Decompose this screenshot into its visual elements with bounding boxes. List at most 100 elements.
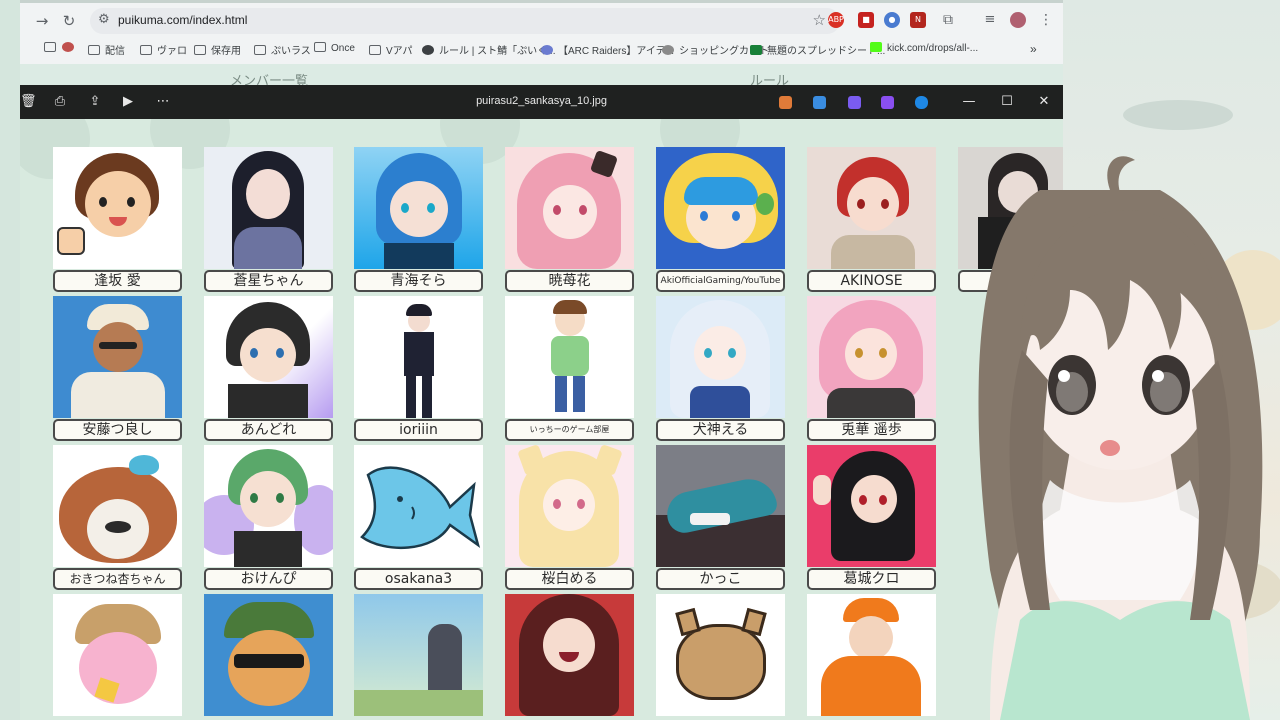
member-avatar bbox=[656, 445, 785, 567]
member-name: 青海そら bbox=[354, 270, 483, 292]
media-control-icon[interactable]: ≡ bbox=[982, 12, 998, 28]
member-card[interactable]: 逢坂 愛 bbox=[53, 147, 182, 293]
onedrive-icon[interactable] bbox=[915, 96, 928, 109]
bookmark-item[interactable] bbox=[62, 42, 79, 54]
member-avatar bbox=[204, 445, 333, 567]
member-avatar bbox=[204, 147, 333, 269]
bookmark-item[interactable]: ルール | スト鯖「ぷいく... bbox=[422, 42, 556, 57]
member-card[interactable]: ioriiin bbox=[354, 296, 483, 442]
member-name: AkiOfficialGaming/YouTube bbox=[656, 270, 785, 292]
minimize-icon[interactable]: — bbox=[961, 93, 977, 111]
bookmark-folder[interactable] bbox=[44, 42, 61, 54]
member-avatar bbox=[354, 147, 483, 269]
bookmark-item[interactable]: 無題のスプレッドシート... bbox=[750, 42, 885, 57]
member-name: osakana3 bbox=[354, 568, 483, 590]
member-name: 犬神える bbox=[656, 419, 785, 441]
member-card[interactable]: あんどれ bbox=[204, 296, 333, 442]
member-card[interactable]: おきつね杏ちゃん bbox=[53, 445, 182, 591]
member-card[interactable]: AKINOSE bbox=[807, 147, 936, 293]
member-avatar bbox=[958, 147, 1063, 269]
sheets-icon bbox=[750, 45, 762, 55]
member-card[interactable]: 桜白める bbox=[505, 445, 634, 591]
stream-background bbox=[1063, 0, 1280, 720]
member-card[interactable]: 蒼星ちゃん bbox=[204, 147, 333, 293]
member-avatar bbox=[204, 594, 333, 716]
member-card[interactable]: おけんぴ bbox=[204, 445, 333, 591]
forward-icon[interactable]: → bbox=[32, 11, 52, 31]
folder-icon bbox=[140, 45, 152, 55]
viewer-toolbar: 🗑 ⎙ ⇪ ▶ ⋯ puirasu2_sankasya_10.jpg — ☐ ✕ bbox=[20, 85, 1063, 119]
extension-icon[interactable]: ● bbox=[884, 12, 900, 28]
member-card[interactable]: いっちーのゲーム部屋 bbox=[505, 296, 634, 442]
member-avatar bbox=[53, 296, 182, 418]
background-shape bbox=[1213, 250, 1280, 330]
designer-icon[interactable] bbox=[813, 96, 826, 109]
member-card[interactable] bbox=[354, 594, 483, 720]
bookmarks-bar: 配信 ヴァロ 保存用 ぷいラス Once Vアパ ルール | スト鯖「ぷいく..… bbox=[20, 40, 1063, 60]
bookmark-folder[interactable]: ぷいラス bbox=[254, 42, 311, 57]
globe-icon bbox=[422, 45, 434, 55]
member-avatar bbox=[354, 296, 483, 418]
member-avatar bbox=[807, 147, 936, 269]
member-avatar bbox=[53, 445, 182, 567]
member-avatar bbox=[656, 594, 785, 716]
copilot-icon[interactable] bbox=[779, 96, 792, 109]
member-name: 兎華 遥歩 bbox=[807, 419, 936, 441]
member-card[interactable] bbox=[807, 594, 936, 720]
member-name: いっちーのゲーム部屋 bbox=[505, 419, 634, 441]
background-shape bbox=[1183, 560, 1280, 620]
bookmark-folder[interactable]: ヴァロ bbox=[140, 42, 187, 57]
adblock-icon[interactable]: ABP bbox=[828, 12, 844, 28]
folder-icon bbox=[194, 45, 206, 55]
member-card[interactable]: 犬神える bbox=[656, 296, 785, 442]
image-canvas: 逢坂 愛 蒼星ちゃん 青海そら 暁苺花 AkiOfficialGaming/Yo… bbox=[20, 119, 1063, 720]
member-card[interactable] bbox=[53, 594, 182, 720]
bookmark-item[interactable]: kick.com/drops/all-... bbox=[870, 42, 978, 54]
member-name: 葛城クロ bbox=[807, 568, 936, 590]
photos-viewer-window: 🗑 ⎙ ⇪ ▶ ⋯ puirasu2_sankasya_10.jpg — ☐ ✕ bbox=[20, 85, 1063, 720]
extensions-puzzle-icon[interactable]: ⧉ bbox=[940, 12, 956, 28]
member-card[interactable] bbox=[204, 594, 333, 720]
tab-strip-edge bbox=[20, 0, 1063, 3]
member-card[interactable] bbox=[656, 594, 785, 720]
member-card[interactable]: AkiOfficialGaming/YouTube bbox=[656, 147, 785, 293]
bookmark-folder[interactable]: Once bbox=[314, 42, 355, 54]
extension-icon[interactable]: ■ bbox=[858, 12, 874, 28]
favicon bbox=[62, 42, 74, 52]
member-avatar bbox=[656, 296, 785, 418]
more-bookmarks-icon[interactable]: » bbox=[1030, 42, 1037, 56]
member-card[interactable]: osakana3 bbox=[354, 445, 483, 591]
member-name: かっこ bbox=[656, 568, 785, 590]
member-card[interactable]: 安藤つ良し bbox=[53, 296, 182, 442]
background-shape bbox=[1123, 100, 1233, 130]
member-avatar bbox=[656, 147, 785, 269]
close-icon[interactable]: ✕ bbox=[1036, 93, 1052, 111]
reload-icon[interactable]: ↻ bbox=[59, 11, 79, 31]
profile-avatar[interactable] bbox=[1010, 12, 1026, 28]
member-card[interactable]: @(あっ bbox=[958, 147, 1063, 293]
member-avatar bbox=[807, 594, 936, 716]
maximize-icon[interactable]: ☐ bbox=[999, 93, 1015, 111]
clipchamp-icon[interactable] bbox=[848, 96, 861, 109]
onenote-icon[interactable] bbox=[881, 96, 894, 109]
member-name: おけんぴ bbox=[204, 568, 333, 590]
member-card[interactable] bbox=[505, 594, 634, 720]
member-card[interactable]: 暁苺花 bbox=[505, 147, 634, 293]
url-text: puikuma.com/index.html bbox=[118, 13, 248, 27]
member-card[interactable]: 兎華 遥歩 bbox=[807, 296, 936, 442]
member-card[interactable]: かっこ bbox=[656, 445, 785, 591]
bookmark-folder[interactable]: 配信 bbox=[88, 42, 125, 57]
menu-kebab-icon[interactable]: ⋮ bbox=[1038, 12, 1054, 28]
member-card[interactable]: 葛城クロ bbox=[807, 445, 936, 591]
bookmark-star-icon[interactable]: ☆ bbox=[813, 11, 826, 29]
member-card[interactable]: 青海そら bbox=[354, 147, 483, 293]
address-bar[interactable]: ⚙ puikuma.com/index.html ☆ bbox=[90, 8, 840, 34]
extension-icon[interactable]: N bbox=[910, 12, 926, 28]
bookmark-folder[interactable]: 保存用 bbox=[194, 42, 241, 57]
bookmark-folder[interactable]: Vアパ bbox=[369, 42, 412, 57]
site-info-icon[interactable]: ⚙ bbox=[98, 12, 110, 27]
folder-icon bbox=[44, 42, 56, 52]
bookmark-item[interactable]: 【ARC Raiders】アイテ... bbox=[541, 42, 674, 57]
member-avatar bbox=[807, 445, 936, 567]
member-avatar bbox=[505, 147, 634, 269]
